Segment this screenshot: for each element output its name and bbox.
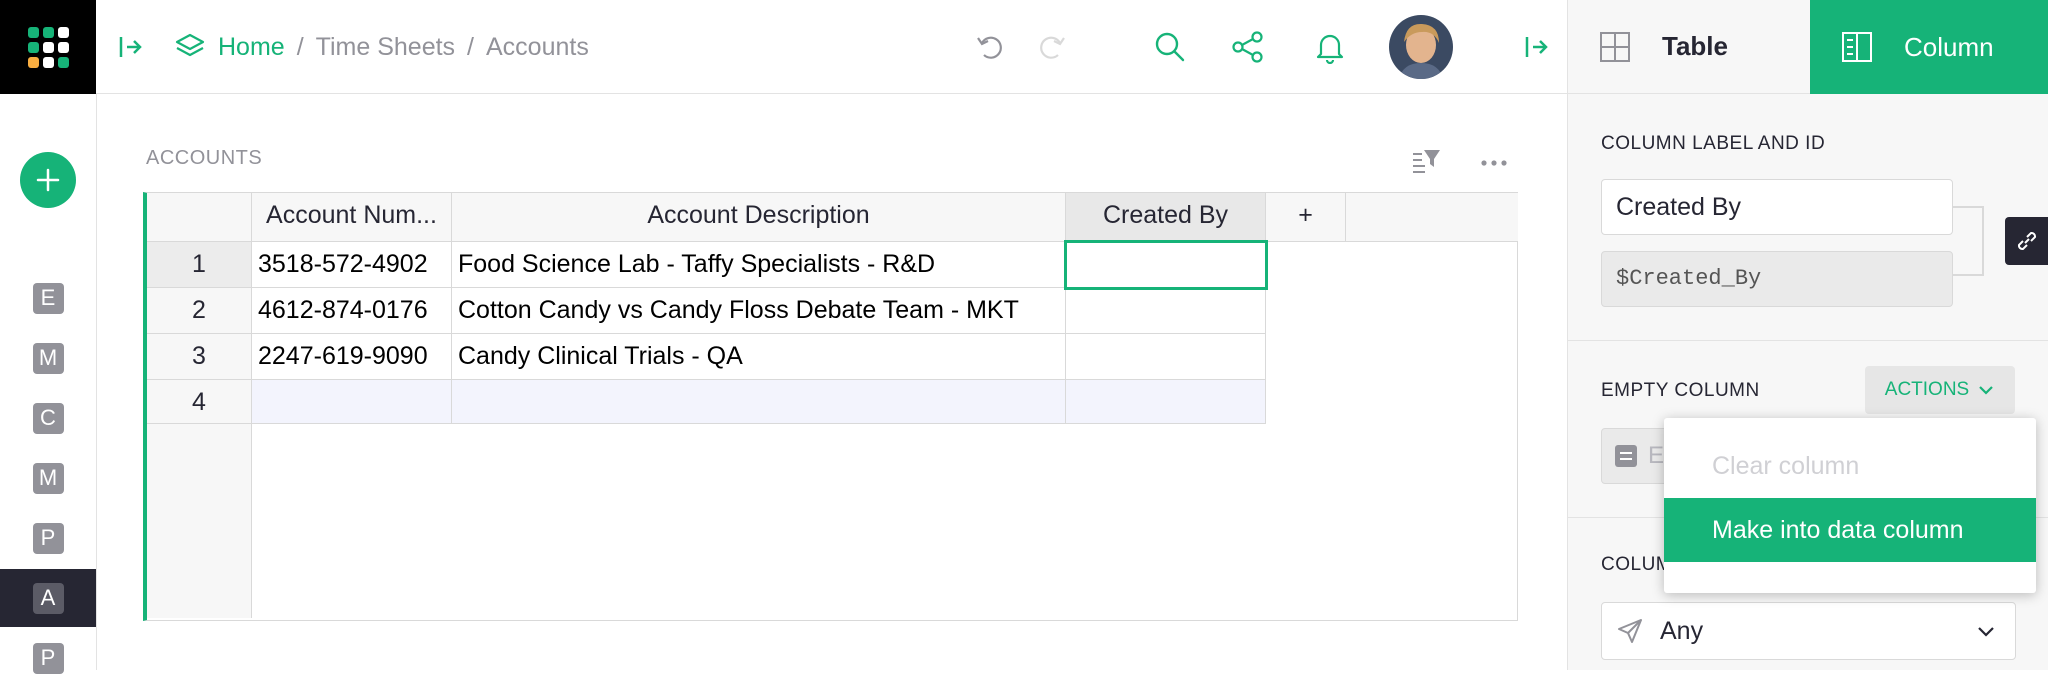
column-header[interactable]: Account Description: [452, 193, 1066, 242]
row-number[interactable]: 3: [147, 334, 252, 380]
app-logo[interactable]: [0, 0, 96, 94]
column-header-selected[interactable]: Created By: [1066, 193, 1266, 242]
redo-button[interactable]: [1032, 27, 1072, 67]
column-icon: [1842, 32, 1872, 62]
breadcrumb-separator: /: [296, 32, 304, 61]
column-label-input[interactable]: Created By: [1601, 179, 1953, 235]
column-header[interactable]: Account Num...: [252, 193, 452, 242]
sort-filter-icon: [1413, 150, 1440, 173]
undo-icon: [977, 36, 1002, 59]
table-cell[interactable]: Candy Clinical Trials - QA: [452, 334, 1066, 380]
add-column-button[interactable]: +: [1266, 193, 1346, 242]
page-initial: E: [32, 282, 64, 314]
chevron-down-icon: [1978, 627, 1994, 637]
page-item[interactable]: E: [0, 269, 96, 327]
page-item[interactable]: P: [0, 629, 96, 687]
section-label: COLUM: [1601, 554, 1673, 575]
row-gutter: [147, 424, 252, 618]
breadcrumb-page[interactable]: Accounts: [486, 33, 589, 62]
tab-column[interactable]: Column: [1810, 0, 2048, 94]
row-number[interactable]: 1: [147, 242, 252, 288]
column-type-select[interactable]: Any: [1601, 602, 2016, 660]
column-id-field[interactable]: $Created_By: [1601, 251, 1953, 307]
chevron-down-icon: [1979, 386, 1993, 395]
layers-icon: [175, 33, 205, 57]
collapse-left-panel-button[interactable]: [110, 27, 150, 67]
column-type-value: Any: [1660, 616, 1704, 645]
breadcrumb-separator: /: [467, 32, 474, 61]
page-initial: A: [32, 582, 64, 614]
table-grid-icon: [1600, 31, 1630, 62]
page-initial: C: [32, 402, 64, 434]
breadcrumb: Home / Time Sheets / Accounts: [174, 30, 589, 64]
header-filler: [1346, 193, 1518, 242]
table-cell[interactable]: Food Science Lab - Taffy Specialists - R…: [452, 242, 1066, 288]
notifications-button[interactable]: [1310, 27, 1350, 67]
link-icon: [2017, 231, 2037, 251]
undo-button[interactable]: [970, 27, 1010, 67]
page-initial: M: [32, 462, 64, 494]
grist-logo-icon: [28, 27, 69, 68]
menu-item-make-data-column[interactable]: Make into data column: [1664, 498, 2036, 562]
avatar-image: [1389, 15, 1453, 79]
actions-button[interactable]: ACTIONS: [1865, 366, 2015, 414]
breadcrumb-home[interactable]: Home: [218, 33, 285, 62]
top-bar: Home / Time Sheets / Accounts: [96, 0, 1567, 94]
add-new-button[interactable]: [20, 152, 76, 208]
user-avatar[interactable]: [1389, 15, 1453, 79]
page-item-active[interactable]: A: [0, 569, 96, 627]
search-icon: [1155, 32, 1185, 62]
redo-icon: [1040, 36, 1065, 59]
table-cell[interactable]: [1066, 334, 1266, 380]
menu-item-clear-column[interactable]: Clear column: [1664, 434, 2036, 498]
bell-icon: [1316, 34, 1344, 64]
section-label: EMPTY COLUMN: [1601, 380, 1760, 401]
section-label: COLUMN LABEL AND ID: [1601, 133, 1826, 154]
left-sidebar: E M C M P A P: [0, 94, 97, 674]
cell-cursor: [1064, 240, 1268, 290]
actions-label: ACTIONS: [1884, 379, 1970, 400]
divider: [1568, 340, 2048, 341]
table-cell[interactable]: [1066, 288, 1266, 334]
share-button[interactable]: [1228, 27, 1268, 67]
share-icon: [1232, 31, 1263, 63]
link-id-button[interactable]: [2005, 217, 2048, 265]
page-item[interactable]: M: [0, 449, 96, 507]
page-item[interactable]: P: [0, 509, 96, 567]
section-title: ACCOUNTS: [146, 147, 263, 169]
sort-filter-button[interactable]: [1410, 145, 1442, 177]
tab-column-label: Column: [1904, 31, 1994, 62]
table-cell-new[interactable]: [1066, 380, 1266, 424]
table-cell[interactable]: 2247-619-9090: [252, 334, 452, 380]
data-grid: Account Num... Account Description Creat…: [143, 192, 1518, 621]
formula-placeholder: E: [1648, 442, 1665, 469]
send-icon: [1618, 619, 1642, 643]
collapse-right-panel-button[interactable]: [1516, 27, 1556, 67]
link-bracket-icon: [1953, 206, 1984, 276]
search-button[interactable]: [1150, 27, 1190, 67]
table-cell[interactable]: Cotton Candy vs Candy Floss Debate Team …: [452, 288, 1066, 334]
more-dots-icon: [1481, 160, 1507, 166]
tab-table[interactable]: Table: [1568, 0, 1810, 94]
page-initial: P: [32, 522, 64, 554]
actions-menu: Clear column Make into data column: [1664, 418, 2036, 593]
panel-collapse-icon: [119, 37, 142, 57]
formula-type-icon: [1615, 445, 1637, 467]
table-cell[interactable]: 4612-874-0176: [252, 288, 452, 334]
plus-icon: [36, 168, 60, 192]
table-cell-new[interactable]: [452, 380, 1066, 424]
row-number[interactable]: 4: [147, 380, 252, 424]
page-initial: M: [32, 342, 64, 374]
table-cell-new[interactable]: [252, 380, 452, 424]
page-initial: P: [32, 642, 64, 674]
breadcrumb-folder[interactable]: Time Sheets: [316, 33, 455, 62]
table-cell[interactable]: 3518-572-4902: [252, 242, 452, 288]
tab-table-label: Table: [1662, 31, 1728, 61]
row-number[interactable]: 2: [147, 288, 252, 334]
section-menu-button[interactable]: [1478, 145, 1510, 177]
page-item[interactable]: C: [0, 389, 96, 447]
grid-corner[interactable]: [147, 193, 252, 242]
panel-collapse-icon: [1525, 37, 1548, 57]
page-item[interactable]: M: [0, 329, 96, 387]
